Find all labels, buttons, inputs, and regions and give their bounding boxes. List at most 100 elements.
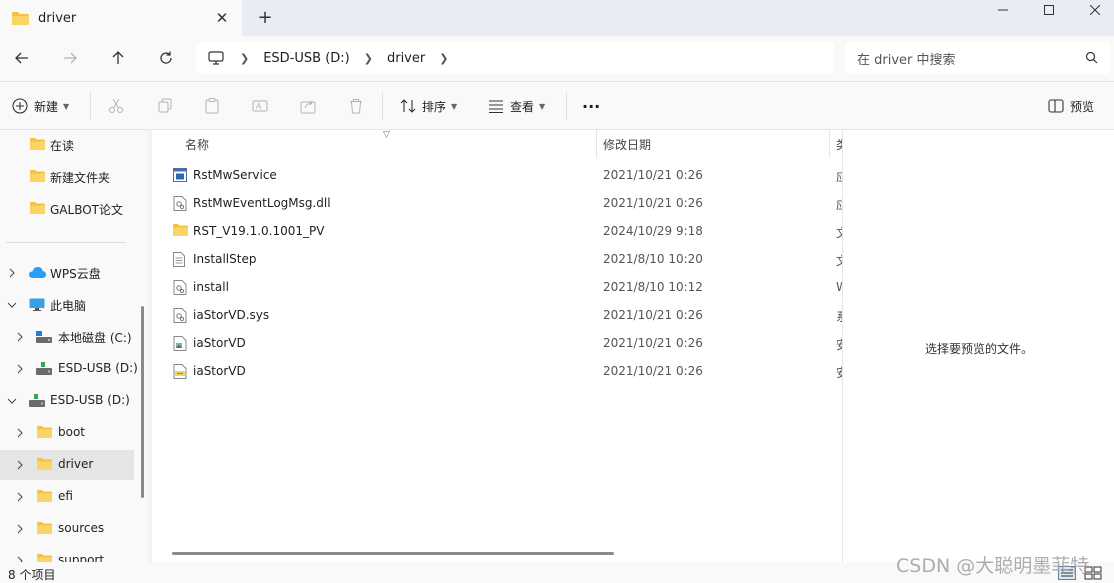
nav-label: WPS云盘 (50, 267, 101, 281)
table-row[interactable]: iaStorVD 2021/10/21 0:26 安 (152, 329, 842, 357)
chevron-down-icon: ▼ (451, 101, 458, 111)
file-name: install (193, 280, 229, 294)
table-row[interactable]: RstMwEventLogMsg.dll 2021/10/21 0:26 应 (152, 189, 842, 217)
chevron-right-icon[interactable] (7, 268, 17, 278)
table-row[interactable]: iaStorVD.sys 2021/10/21 0:26 系 (152, 301, 842, 329)
nav-item-sources[interactable]: sources (0, 514, 134, 544)
minimize-icon[interactable] (980, 0, 1026, 20)
file-name: iaStorVD (193, 364, 246, 378)
address-bar[interactable]: ❯ ESD-USB (D:) ❯ driver ❯ (196, 42, 834, 74)
chevron-right-icon[interactable]: ❯ (364, 52, 373, 65)
command-bar: 新建 ▼ A 排序 ▼ 查看 ▼ ··· 预览 (0, 82, 1114, 130)
column-header-date[interactable]: 修改日期 (603, 130, 828, 158)
usb-drive-icon (29, 394, 45, 407)
chevron-right-icon[interactable] (15, 524, 25, 534)
more-icon: ··· (582, 96, 601, 116)
navigation-pane: 在读 新建文件夹 GALBOT论文 WPS云盘 此电脑 本地磁盘 (C:) ES… (0, 130, 148, 562)
table-row[interactable]: InstallStep 2021/8/10 10:20 文 (152, 245, 842, 273)
column-header-name[interactable]: 名称 (185, 130, 595, 158)
nav-label: efi (58, 489, 73, 503)
file-list: ▽ 名称 修改日期 类 RstMwService 2021/10/21 0:26… (152, 130, 842, 562)
tab-driver[interactable]: driver ✕ (0, 0, 242, 36)
forward-button[interactable] (56, 44, 84, 72)
column-name-label: 名称 (185, 137, 210, 152)
chevron-right-icon[interactable] (15, 460, 25, 470)
new-button[interactable]: 新建 ▼ (12, 94, 69, 118)
horizontal-scrollbar[interactable] (172, 552, 614, 555)
file-name: InstallStep (193, 252, 257, 266)
file-date: 2024/10/29 9:18 (603, 224, 703, 238)
chevron-right-icon[interactable] (15, 332, 25, 342)
column-divider[interactable] (829, 130, 830, 158)
cloud-icon (29, 267, 46, 278)
breadcrumb-driver[interactable]: driver (387, 51, 425, 66)
nav-item-reading[interactable]: 在读 (0, 130, 134, 160)
chevron-right-icon[interactable] (15, 364, 25, 374)
chevron-right-icon[interactable]: ❯ (240, 52, 249, 65)
preview-button[interactable]: 预览 (1048, 94, 1094, 118)
table-row[interactable]: RST_V19.1.0.1001_PV 2024/10/29 9:18 文 (152, 217, 842, 245)
more-button[interactable]: ··· (582, 94, 600, 118)
folder-icon (173, 224, 188, 236)
folder-icon (37, 554, 52, 562)
sort-button[interactable]: 排序 ▼ (400, 94, 457, 118)
copy-button[interactable] (157, 94, 173, 118)
tab-title: driver (38, 10, 77, 26)
nav-item-efi[interactable]: efi (0, 482, 134, 512)
chevron-right-icon[interactable] (15, 492, 25, 502)
preview-button-label: 预览 (1070, 99, 1095, 114)
nav-item-this-pc[interactable]: 此电脑 (0, 290, 134, 320)
nav-scrollbar[interactable] (141, 306, 144, 498)
file-name: RST_V19.1.0.1001_PV (193, 224, 325, 238)
back-button[interactable] (8, 44, 36, 72)
search-box[interactable]: 在 driver 中搜索 (845, 42, 1110, 74)
paste-button[interactable] (204, 94, 220, 118)
file-date: 2021/8/10 10:20 (603, 252, 703, 266)
nav-item-local-disk[interactable]: 本地磁盘 (C:) (0, 322, 134, 352)
nav-label: boot (58, 425, 86, 439)
view-list-icon (489, 100, 503, 113)
title-bar: driver ✕ + (0, 0, 1114, 36)
nav-item-new-folder[interactable]: 新建文件夹 (0, 162, 134, 192)
view-button[interactable]: 查看 ▼ (488, 94, 545, 118)
nav-label: 在读 (50, 139, 75, 153)
preview-message: 选择要预览的文件。 (924, 342, 1033, 356)
nav-item-support[interactable]: support (0, 546, 134, 562)
search-input[interactable]: 在 driver 中搜索 (857, 49, 956, 68)
chevron-down-icon[interactable] (7, 396, 17, 406)
cut-button[interactable] (108, 94, 124, 118)
close-tab-icon[interactable]: ✕ (214, 10, 230, 26)
nav-item-wps-cloud[interactable]: WPS云盘 (0, 258, 134, 288)
nav-item-driver[interactable]: driver (0, 450, 134, 480)
chevron-right-icon[interactable]: ❯ (439, 52, 448, 65)
clipboard-icon (205, 98, 219, 114)
nav-label: 新建文件夹 (50, 171, 111, 185)
column-divider[interactable] (596, 130, 597, 158)
nav-item-boot[interactable]: boot (0, 418, 134, 448)
sys-icon (173, 308, 187, 323)
close-window-icon[interactable] (1072, 0, 1114, 20)
nav-item-galbot[interactable]: GALBOT论文 (0, 194, 134, 224)
new-tab-icon[interactable]: + (256, 8, 274, 28)
delete-button[interactable] (348, 94, 364, 118)
share-button[interactable] (300, 94, 316, 118)
file-date: 2021/10/21 0:26 (603, 196, 703, 210)
table-row[interactable]: RstMwService 2021/10/21 0:26 应 (152, 161, 842, 189)
table-row[interactable]: iaStorVD 2021/10/21 0:26 安 (152, 357, 842, 385)
maximize-icon[interactable] (1026, 0, 1072, 20)
nav-label: driver (58, 457, 94, 471)
rename-button[interactable]: A (252, 94, 268, 118)
file-name: RstMwEventLogMsg.dll (193, 196, 331, 210)
nav-item-esd-usb[interactable]: ESD-USB (D:) (0, 354, 138, 384)
folder-icon (37, 426, 52, 438)
svg-text:A: A (256, 102, 262, 111)
breadcrumb-esd-usb[interactable]: ESD-USB (D:) (263, 51, 350, 66)
nav-label: sources (58, 521, 105, 535)
file-date: 2021/8/10 10:12 (603, 280, 703, 294)
chevron-right-icon[interactable] (15, 428, 25, 438)
refresh-button[interactable] (152, 44, 180, 72)
chevron-down-icon[interactable] (7, 300, 17, 310)
nav-item-esd-usb-expanded[interactable]: ESD-USB (D:) (0, 386, 134, 416)
table-row[interactable]: install 2021/8/10 10:12 W (152, 273, 842, 301)
up-button[interactable] (104, 44, 132, 72)
